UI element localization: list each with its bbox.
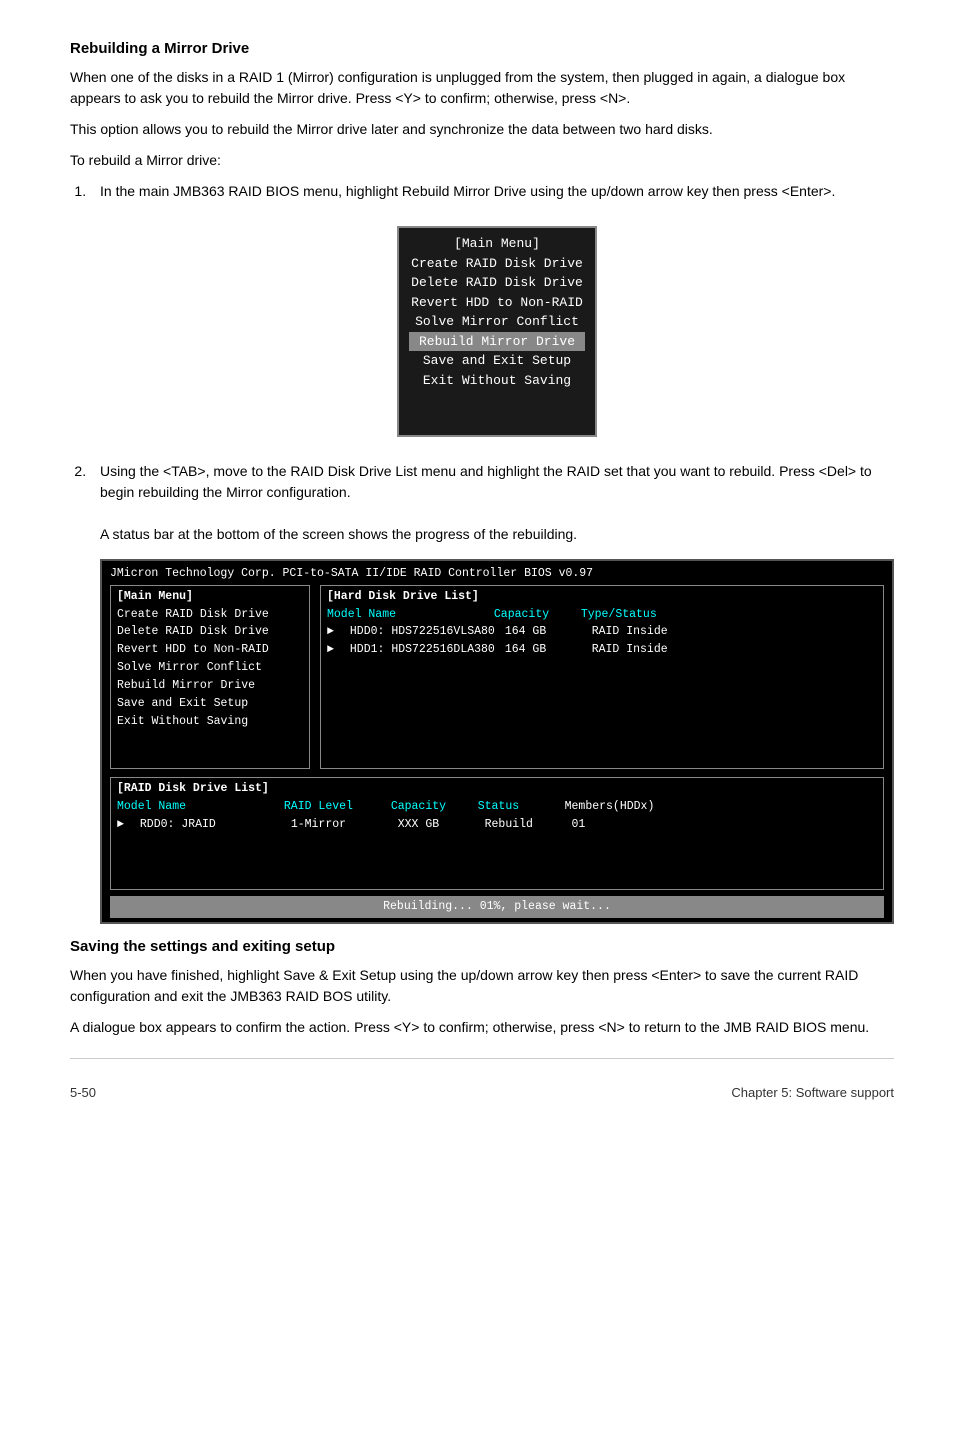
raid-col-capacity: Capacity [391,798,471,816]
step1: In the main JMB363 RAID BIOS menu, highl… [90,181,894,447]
footer-page-number: 5-50 [70,1085,96,1100]
bios-right-panel: [Hard Disk Drive List] Model Name Capaci… [320,585,884,769]
bios-left-spacer1 [117,730,303,748]
menu-item-3: Revert HDD to Non-RAID [409,293,585,313]
menu-item-6: Save and Exit Setup [409,351,585,371]
bios-panels: [Main Menu] Create RAID Disk Drive Delet… [110,585,884,769]
raid-col-level: RAID Level [284,798,384,816]
hdd0-arrow: ► [327,623,343,641]
menu-item-1: Create RAID Disk Drive [409,254,585,274]
menu-item-5-highlighted: Rebuild Mirror Drive [409,332,585,352]
footer-chapter: Chapter 5: Software support [731,1085,894,1100]
col-capacity: Capacity [494,606,574,624]
section1-title: Rebuilding a Mirror Drive [70,40,894,57]
raid-row-0: ► RDD0: JRAID 1-Mirror XXX GB Rebuild 01 [117,816,877,834]
section2-para1: When you have finished, highlight Save &… [70,965,894,1007]
hdd1-arrow: ► [327,641,343,659]
main-menu-diagram: [Main Menu] Create RAID Disk Drive Delet… [100,216,894,447]
bios-left-panel: [Main Menu] Create RAID Disk Drive Delet… [110,585,310,769]
raid-row0-members: 01 [572,818,586,831]
bios-left-item-4: Solve Mirror Conflict [117,659,303,677]
bios-left-item-7: Exit Without Saving [117,713,303,731]
menu-spacer2 [409,410,585,430]
bios-status-bar: Rebuilding... 01%, please wait... [110,896,884,918]
bios-hdd0-row: ► HDD0: HDS722516VLSA80 164 GB RAID Insi… [327,623,877,641]
section1-para2: This option allows you to rebuild the Mi… [70,119,894,140]
raid-row0-level: 1-Mirror [291,816,391,834]
bios-top-bar: JMicron Technology Corp. PCI-to-SATA II/… [110,565,884,583]
raid-list-headers: Model Name RAID Level Capacity Status Me… [117,798,877,816]
step2: Using the <TAB>, move to the RAID Disk D… [90,461,894,924]
raid-col-members-label: Members(HDDx) [565,800,655,813]
hdd0-name: HDD0: HDS722516VLSA80 [350,623,498,641]
section1-para1: When one of the disks in a RAID 1 (Mirro… [70,67,894,109]
bios-left-item-3: Revert HDD to Non-RAID [117,641,303,659]
bios-left-item-1: Create RAID Disk Drive [117,606,303,624]
bios-screenshot: JMicron Technology Corp. PCI-to-SATA II/… [100,559,894,924]
hdd0-capacity: 164 GB [505,623,585,641]
main-menu-box: [Main Menu] Create RAID Disk Drive Delet… [397,226,597,437]
hdd1-name: HDD1: HDS722516DLA380 [350,641,498,659]
bios-left-item-5: Rebuild Mirror Drive [117,677,303,695]
menu-item-2: Delete RAID Disk Drive [409,273,585,293]
main-menu-title: [Main Menu] [454,236,540,251]
bios-left-spacer2 [117,748,303,766]
hdd1-capacity: 164 GB [505,641,585,659]
raid-row0-name: RDD0: JRAID [140,816,284,834]
raid-row0-arrow: ► [117,816,133,834]
bios-left-title: [Main Menu] [117,588,303,606]
bios-left-item-6: Save and Exit Setup [117,695,303,713]
raid-col-status: Status [478,798,558,816]
raid-col-model: Model Name [117,798,277,816]
steps-list: In the main JMB363 RAID BIOS menu, highl… [90,181,894,924]
hdd1-status: RAID Inside [592,643,668,656]
raid-spacer2 [117,851,877,869]
menu-item-7: Exit Without Saving [409,371,585,391]
bios-right-spacer1 [327,659,877,677]
section2-para2: A dialogue box appears to confirm the ac… [70,1017,894,1038]
bios-left-item-2: Delete RAID Disk Drive [117,623,303,641]
bios-hdd1-row: ► HDD1: HDS722516DLA380 164 GB RAID Insi… [327,641,877,659]
raid-list-title: [RAID Disk Drive List] [117,780,877,798]
raid-row0-status: Rebuild [485,816,565,834]
page-divider [70,1058,894,1059]
page-footer: 5-50 Chapter 5: Software support [70,1079,894,1100]
bios-right-headers: Model Name Capacity Type/Status [327,606,877,624]
menu-spacer1 [409,390,585,410]
raid-spacer3 [117,869,877,887]
raid-row0-capacity: XXX GB [398,816,478,834]
hdd0-status: RAID Inside [592,625,668,638]
bios-right-title: [Hard Disk Drive List] [327,588,877,606]
section1-para3: To rebuild a Mirror drive: [70,150,894,171]
menu-item-4: Solve Mirror Conflict [409,312,585,332]
raid-list-panel: [RAID Disk Drive List] Model Name RAID L… [110,777,884,890]
col-type-status: Type/Status [581,608,657,621]
bios-right-spacer2 [327,677,877,695]
col-model-name: Model Name [327,606,487,624]
raid-spacer1 [117,833,877,851]
section2-title: Saving the settings and exiting setup [70,938,894,955]
